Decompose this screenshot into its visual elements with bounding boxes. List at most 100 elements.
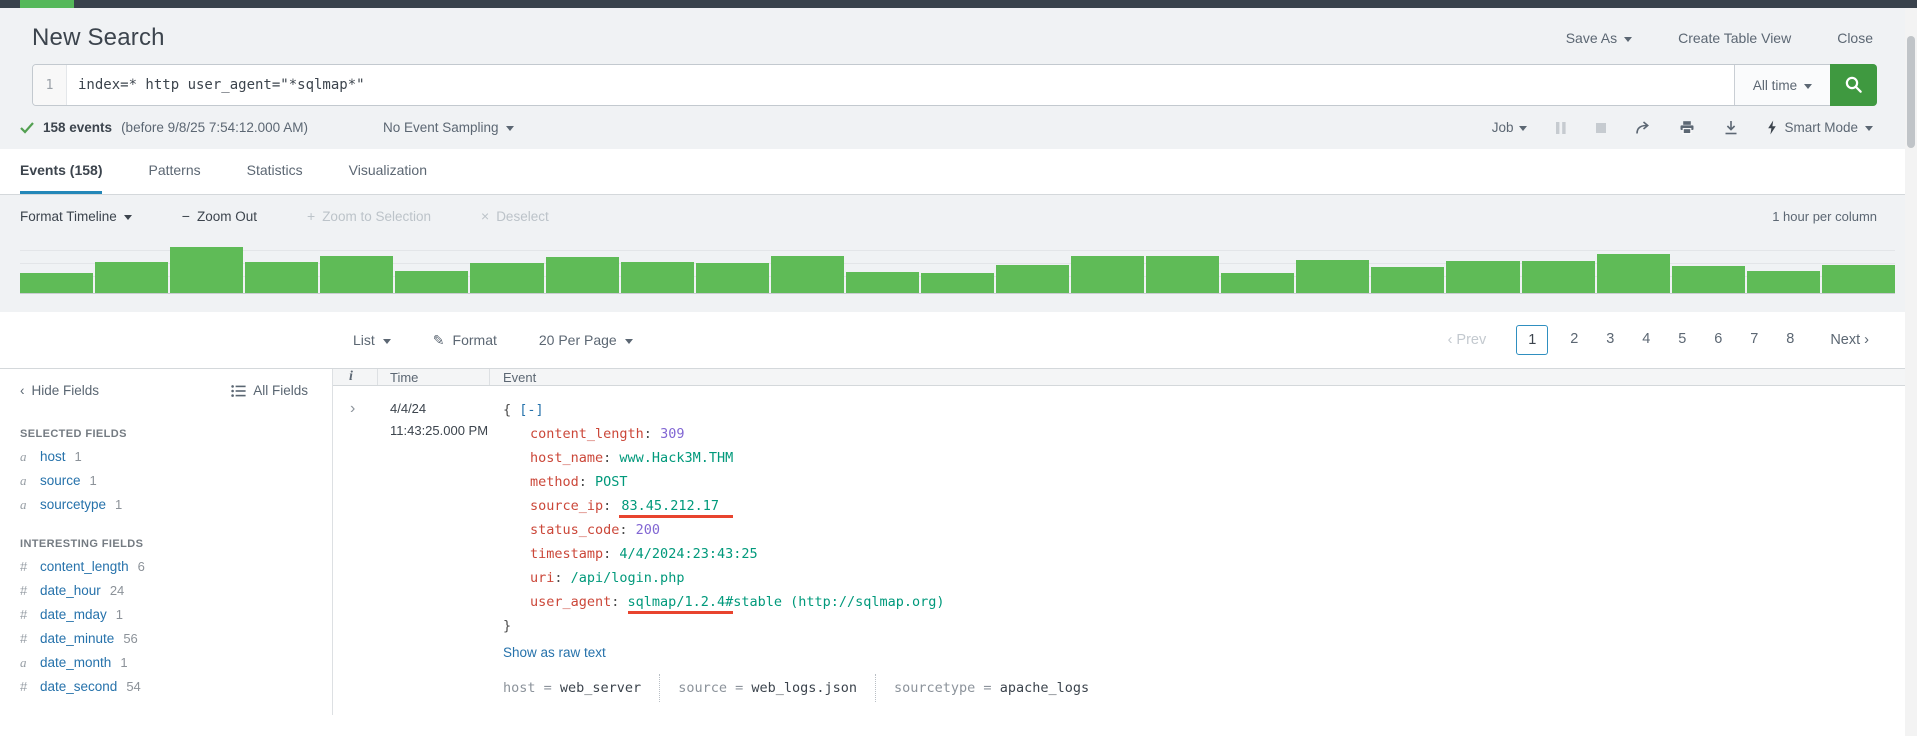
show-raw-text-link[interactable]: Show as raw text (503, 641, 1917, 665)
save-as-menu[interactable]: Save As (1566, 30, 1632, 46)
job-menu[interactable]: Job (1492, 120, 1528, 135)
search-query-input[interactable]: index=* http user_agent="*sqlmap*" (67, 65, 1734, 105)
field-row-sourcetype: asourcetype1 (20, 498, 308, 512)
field-type-icon: a (20, 656, 31, 670)
histogram-bar[interactable] (1597, 254, 1670, 293)
stop-button[interactable] (1595, 122, 1607, 134)
histogram-bar[interactable] (771, 256, 844, 293)
export-button[interactable] (1723, 120, 1739, 135)
meta-source[interactable]: source = web_logs.json (659, 674, 875, 702)
job-menu-label: Job (1492, 120, 1514, 135)
pause-button[interactable] (1555, 121, 1567, 135)
field-type-icon: # (20, 584, 31, 598)
histogram-bar[interactable] (1221, 273, 1294, 293)
histogram-bar[interactable] (696, 263, 769, 293)
histogram-bar[interactable] (1822, 265, 1895, 293)
format-results-label: Format (453, 332, 497, 348)
field-name-link[interactable]: content_length (40, 560, 129, 574)
field-name-link[interactable]: date_second (40, 680, 117, 694)
histogram-bar[interactable] (245, 262, 318, 293)
meta-host[interactable]: host = web_server (503, 674, 659, 702)
field-name-link[interactable]: date_mday (40, 608, 107, 622)
field-name-link[interactable]: source (40, 474, 81, 488)
event-sampling-menu[interactable]: No Event Sampling (383, 120, 514, 135)
histogram-bar[interactable] (395, 271, 468, 293)
list-view-label: List (353, 332, 375, 348)
page-button-2[interactable]: 2 (1560, 325, 1588, 355)
histogram-bar[interactable] (921, 273, 994, 293)
zoom-out-button[interactable]: − Zoom Out (182, 208, 257, 224)
list-view-menu[interactable]: List (353, 332, 391, 348)
field-name-link[interactable]: date_month (40, 656, 111, 670)
event-date: 4/4/24 (390, 398, 490, 420)
header-actions: Save As Create Table View Close (1566, 30, 1873, 46)
chevron-down-icon (506, 126, 514, 131)
histogram-bar[interactable] (621, 262, 694, 293)
timeline-scale-label: 1 hour per column (1772, 209, 1877, 224)
format-timeline-menu[interactable]: Format Timeline (20, 209, 132, 224)
histogram-bar[interactable] (546, 257, 619, 293)
field-row-date_month: a date_month 1 (20, 656, 308, 670)
event-expand-button[interactable]: › (333, 398, 378, 715)
field-name-link[interactable]: host (40, 450, 66, 464)
histogram-bar[interactable] (20, 273, 93, 293)
print-button[interactable] (1679, 120, 1695, 135)
histogram-bar[interactable] (1296, 260, 1369, 293)
json-key: host_name (530, 450, 603, 466)
next-page-button[interactable]: Next › (1826, 326, 1873, 354)
histogram-bar[interactable] (1747, 271, 1820, 293)
field-count: 6 (138, 560, 145, 574)
histogram-bar[interactable] (1071, 256, 1144, 293)
json-open-brace: { (503, 402, 511, 418)
create-table-view-label: Create Table View (1678, 30, 1791, 46)
json-collapse-link[interactable]: [-] (519, 402, 543, 418)
field-name-link[interactable]: date_hour (40, 584, 101, 598)
tab-events-158-[interactable]: Events (158) (20, 149, 102, 194)
json-line-method: method: POST (503, 470, 1917, 494)
histogram-bar[interactable] (95, 262, 168, 293)
search-button[interactable] (1830, 64, 1877, 106)
field-name-link[interactable]: date_minute (40, 632, 114, 646)
field-name-link[interactable]: sourcetype (40, 498, 106, 512)
hide-fields-button[interactable]: ‹ Hide Fields (20, 383, 99, 398)
field-count: 1 (120, 656, 127, 670)
scrollbar-thumb[interactable] (1907, 36, 1915, 148)
chevron-down-icon (1865, 126, 1873, 131)
histogram-bar[interactable] (1446, 261, 1519, 293)
histogram-bar[interactable] (1146, 256, 1219, 293)
histogram-bar[interactable] (470, 263, 543, 293)
histogram-bar[interactable] (1522, 261, 1595, 293)
histogram-bar[interactable] (846, 272, 919, 293)
job-controls: Job (1492, 120, 1873, 135)
meta-sourcetype[interactable]: sourcetype = apache_logs (875, 674, 1107, 702)
page-button-4[interactable]: 4 (1632, 325, 1660, 355)
histogram-bar[interactable] (170, 247, 243, 293)
histogram-bar[interactable] (996, 265, 1069, 293)
vertical-scrollbar[interactable] (1905, 8, 1917, 736)
page-button-7[interactable]: 7 (1740, 325, 1768, 355)
search-mode-menu[interactable]: Smart Mode (1767, 120, 1873, 135)
time-range-picker[interactable]: All time (1734, 65, 1830, 105)
json-close-line: } (503, 614, 1917, 638)
field-type-icon: a (20, 474, 31, 488)
per-page-menu[interactable]: 20 Per Page (539, 332, 633, 348)
page-button-1[interactable]: 1 (1516, 325, 1548, 355)
page-button-3[interactable]: 3 (1596, 325, 1624, 355)
format-results-button[interactable]: ✎ Format (433, 332, 497, 349)
page-button-8[interactable]: 8 (1776, 325, 1804, 355)
tab-visualization[interactable]: Visualization (349, 149, 427, 194)
share-job-button[interactable] (1635, 120, 1651, 135)
histogram-bar[interactable] (1371, 267, 1444, 293)
all-fields-button[interactable]: All Fields (231, 383, 308, 398)
histogram-bar[interactable] (320, 256, 393, 293)
json-key: status_code (530, 522, 619, 538)
field-count: 1 (90, 474, 97, 488)
tab-statistics[interactable]: Statistics (247, 149, 303, 194)
histogram-bar[interactable] (1672, 266, 1745, 293)
tab-patterns[interactable]: Patterns (148, 149, 200, 194)
create-table-view-button[interactable]: Create Table View (1678, 30, 1791, 46)
page-button-5[interactable]: 5 (1668, 325, 1696, 355)
json-line-uri: uri: /api/login.php (503, 566, 1917, 590)
page-button-6[interactable]: 6 (1704, 325, 1732, 355)
close-button[interactable]: Close (1837, 30, 1873, 46)
